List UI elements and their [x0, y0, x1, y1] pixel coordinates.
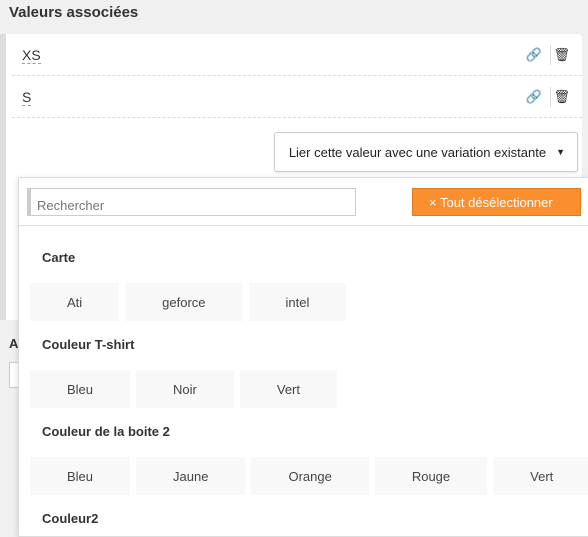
option-list: Bleu Noir Vert: [30, 370, 337, 408]
option-chip[interactable]: Vert: [493, 457, 588, 495]
divider: [550, 87, 551, 107]
deselect-all-button[interactable]: × Tout désélectionner: [412, 188, 581, 216]
caret-down-icon: ▼: [556, 147, 565, 157]
next-section-title: A: [9, 336, 19, 351]
option-chip[interactable]: Bleu: [30, 457, 131, 495]
divider: [19, 225, 588, 226]
group-title: Couleur T-shirt: [42, 337, 135, 352]
option-chip[interactable]: intel: [248, 283, 347, 321]
option-list: Bleu Jaune Orange Rouge Vert: [30, 457, 588, 495]
search-input[interactable]: [27, 188, 356, 216]
value-row: XS 🔗 🗑: [12, 34, 582, 76]
link-icon[interactable]: 🔗: [526, 47, 542, 63]
link-icon[interactable]: 🔗: [526, 89, 542, 105]
value-row: S 🔗 🗑: [12, 76, 582, 118]
option-chip[interactable]: Bleu: [30, 370, 131, 408]
group-title: Carte: [42, 250, 76, 265]
group-title: Couleur de la boite 2: [42, 424, 170, 439]
option-chip[interactable]: geforce: [125, 283, 243, 321]
link-variation-button[interactable]: Lier cette valeur avec une variation exi…: [273, 132, 578, 172]
trash-icon[interactable]: 🗑: [553, 47, 570, 63]
value-label[interactable]: S: [22, 90, 32, 106]
group-title: Couleur2: [42, 511, 99, 526]
option-chip[interactable]: Jaune: [136, 457, 246, 495]
trash-icon[interactable]: 🗑: [553, 89, 570, 105]
divider: [550, 45, 551, 65]
variation-dropdown: × Tout désélectionner Carte Ati geforce …: [18, 177, 588, 537]
option-list: Ati geforce intel: [30, 283, 347, 321]
value-label[interactable]: XS: [22, 48, 41, 64]
option-chip[interactable]: Noir: [136, 370, 234, 408]
option-chip[interactable]: Vert: [239, 370, 337, 408]
link-variation-label: Lier cette valeur avec une variation exi…: [288, 144, 547, 160]
option-chip[interactable]: Rouge: [374, 457, 488, 495]
next-section: A: [0, 322, 29, 529]
section-title: Valeurs associées: [9, 4, 139, 21]
option-chip[interactable]: Orange: [251, 457, 369, 495]
option-chip[interactable]: Ati: [30, 283, 120, 321]
